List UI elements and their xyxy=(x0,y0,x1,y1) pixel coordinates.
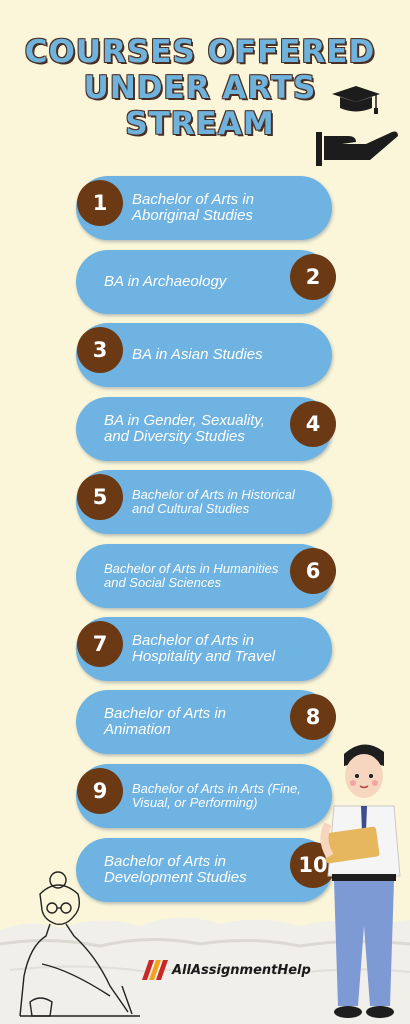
course-name: BA in Archaeology xyxy=(104,273,227,290)
course-item-7: 7 Bachelor of Arts in Hospitality and Tr… xyxy=(76,617,332,681)
course-name: Bachelor of Arts in Animation xyxy=(104,705,226,738)
course-item-8: Bachelor of Arts in Animation 8 xyxy=(76,690,336,754)
title-line-2: UNDER ARTS xyxy=(83,70,317,106)
course-name: BA in Gender, Sexuality, and Diversity S… xyxy=(104,412,265,445)
course-item-4: BA in Gender, Sexuality, and Diversity S… xyxy=(76,397,336,461)
title-line-3: STREAM xyxy=(125,106,275,142)
course-name: BA in Asian Studies xyxy=(132,346,263,363)
course-item-5: 5 Bachelor of Arts in Historical and Cul… xyxy=(76,470,332,534)
course-number-badge: 2 xyxy=(290,254,336,300)
course-number-badge: 7 xyxy=(77,621,123,667)
course-item-3: 3 BA in Asian Studies xyxy=(76,323,332,387)
course-number-badge: 3 xyxy=(77,327,123,373)
brand-logo: AllAssignmentHelp xyxy=(142,960,311,980)
allassignmenthelp-logo-icon xyxy=(142,960,168,980)
course-number-badge: 9 xyxy=(77,768,123,814)
title-line-1: COURSES OFFERED xyxy=(24,34,376,70)
brand-name: AllAssignmentHelp xyxy=(172,962,311,978)
course-number-badge: 8 xyxy=(290,694,336,740)
course-item-2: BA in Archaeology 2 xyxy=(76,250,336,314)
course-number-badge: 6 xyxy=(290,548,336,594)
course-name: Bachelor of Arts in Humanities and Socia… xyxy=(104,561,279,590)
course-name: Bachelor of Arts in Historical and Cultu… xyxy=(132,487,295,516)
course-number-badge: 1 xyxy=(77,180,123,226)
course-item-1: 1 Bachelor of Arts in Aboriginal Studies xyxy=(76,176,332,240)
course-item-6: Bachelor of Arts in Humanities and Socia… xyxy=(76,544,336,608)
course-number-badge: 5 xyxy=(77,474,123,520)
course-name: Bachelor of Arts in Aboriginal Studies xyxy=(132,191,254,224)
student-boy-illustration xyxy=(320,744,401,1018)
graduation-cap-hand-icon xyxy=(316,86,398,166)
course-name: Bachelor of Arts in Arts (Fine, Visual, … xyxy=(132,781,301,810)
course-item-9: 9 Bachelor of Arts in Arts (Fine, Visual… xyxy=(76,764,332,828)
course-number-badge: 4 xyxy=(290,401,336,447)
student-girl-illustration xyxy=(19,871,140,1017)
course-name: Bachelor of Arts in Hospitality and Trav… xyxy=(132,632,276,665)
